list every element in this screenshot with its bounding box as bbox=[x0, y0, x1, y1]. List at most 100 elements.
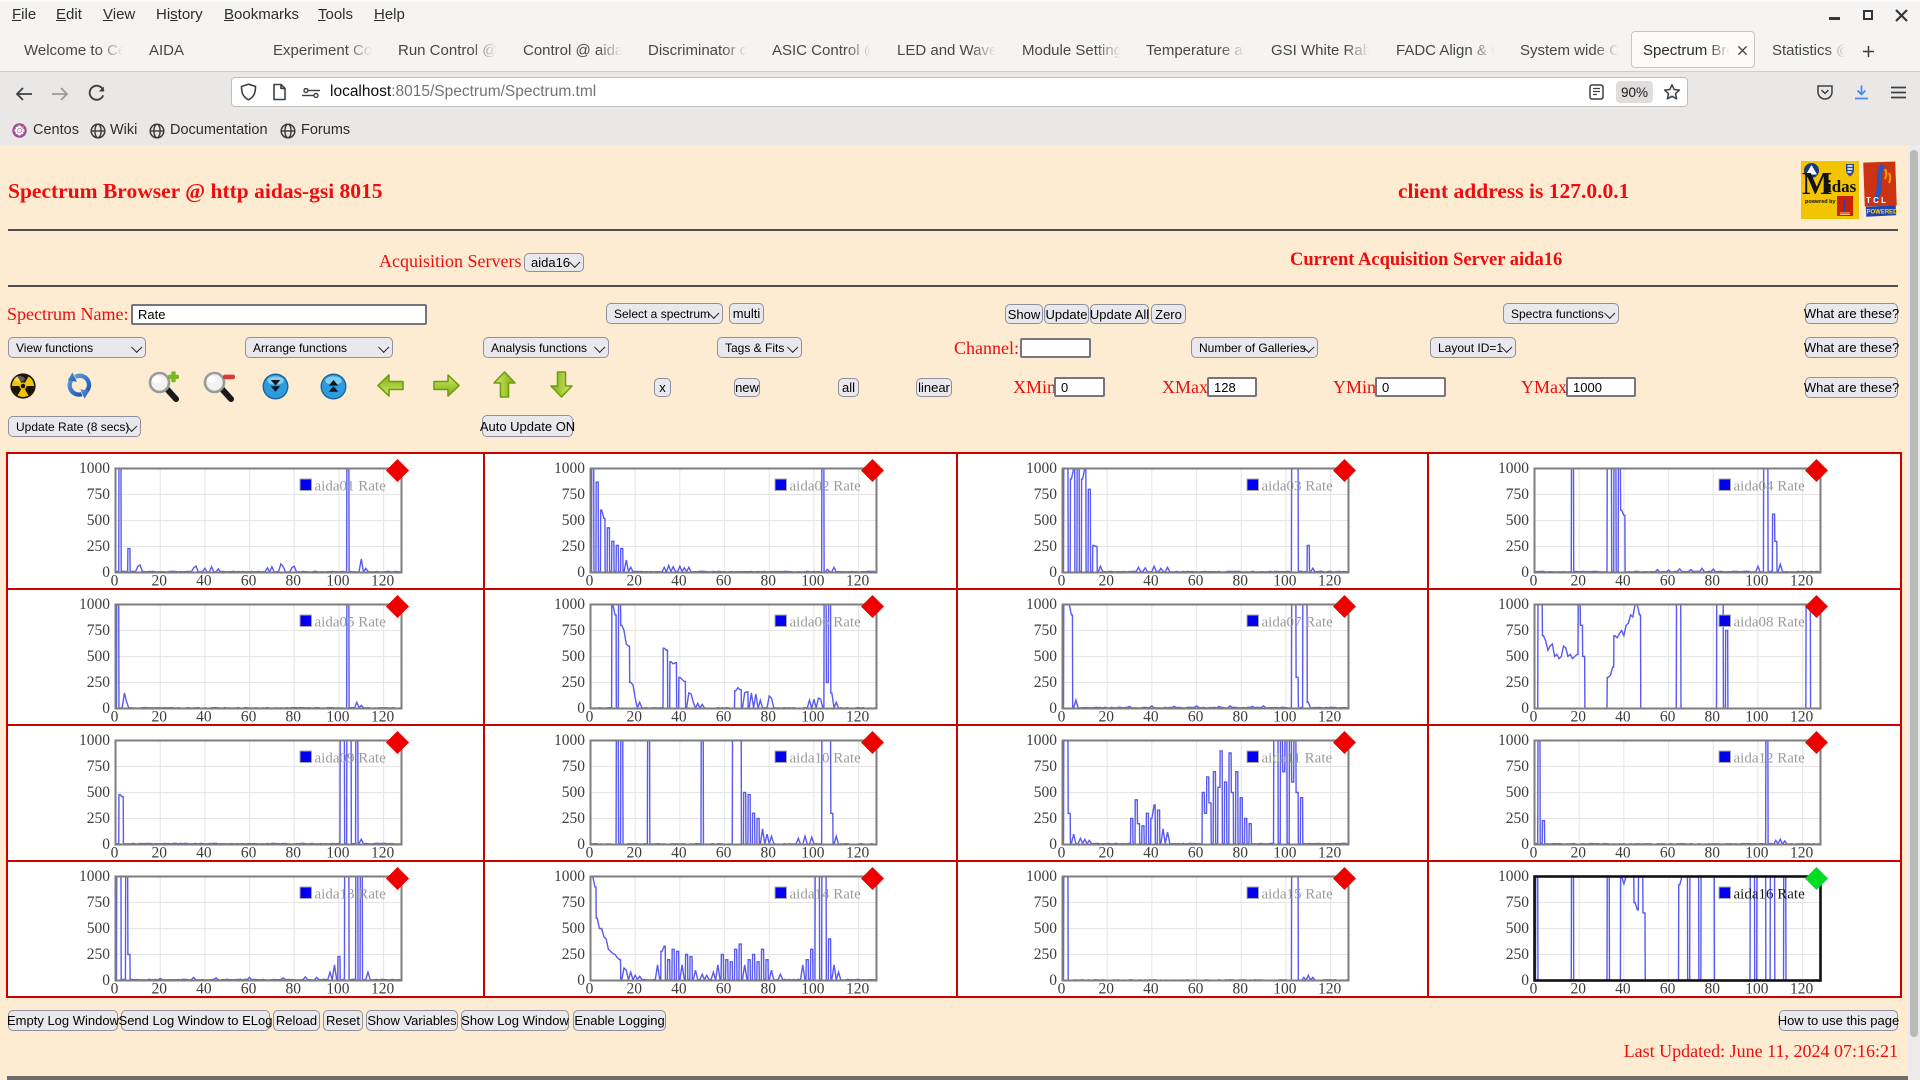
svg-text:250: 250 bbox=[1033, 674, 1057, 691]
svg-text:100: 100 bbox=[1745, 981, 1769, 997]
svg-text:0: 0 bbox=[110, 573, 118, 589]
svg-text:80: 80 bbox=[1232, 845, 1248, 861]
svg-text:0: 0 bbox=[1521, 836, 1529, 853]
svg-text:1000: 1000 bbox=[1498, 868, 1529, 885]
svg-text:250: 250 bbox=[561, 538, 585, 555]
svg-text:250: 250 bbox=[86, 810, 110, 827]
svg-text:0: 0 bbox=[1057, 981, 1065, 997]
svg-text:60: 60 bbox=[715, 845, 731, 861]
svg-text:120: 120 bbox=[370, 981, 394, 997]
svg-text:250: 250 bbox=[561, 810, 585, 827]
svg-text:120: 120 bbox=[1789, 981, 1813, 997]
svg-text:250: 250 bbox=[1505, 946, 1529, 963]
svg-text:250: 250 bbox=[86, 946, 110, 963]
svg-text:aida09 Rate: aida09 Rate bbox=[314, 751, 386, 767]
svg-text:60: 60 bbox=[240, 845, 256, 861]
svg-text:1000: 1000 bbox=[79, 460, 110, 477]
svg-text:60: 60 bbox=[715, 573, 731, 589]
svg-text:120: 120 bbox=[845, 573, 869, 589]
svg-text:aida11 Rate: aida11 Rate bbox=[1261, 751, 1332, 767]
svg-text:0: 0 bbox=[585, 981, 593, 997]
svg-text:40: 40 bbox=[196, 981, 212, 997]
svg-text:750: 750 bbox=[561, 894, 585, 911]
svg-text:80: 80 bbox=[1232, 709, 1248, 725]
svg-text:80: 80 bbox=[285, 845, 301, 861]
svg-text:1000: 1000 bbox=[554, 732, 585, 749]
svg-text:250: 250 bbox=[86, 538, 110, 555]
svg-text:20: 20 bbox=[151, 573, 167, 589]
svg-text:0: 0 bbox=[1049, 564, 1057, 581]
svg-text:40: 40 bbox=[1615, 845, 1631, 861]
svg-text:250: 250 bbox=[1505, 538, 1529, 555]
svg-text:40: 40 bbox=[671, 573, 687, 589]
svg-text:120: 120 bbox=[1317, 573, 1341, 589]
svg-text:aida06 Rate: aida06 Rate bbox=[789, 615, 861, 631]
svg-text:60: 60 bbox=[240, 573, 256, 589]
svg-text:aida04 Rate: aida04 Rate bbox=[1733, 479, 1805, 495]
svg-text:500: 500 bbox=[1505, 648, 1529, 665]
svg-text:500: 500 bbox=[1033, 920, 1057, 937]
svg-text:120: 120 bbox=[1317, 709, 1341, 725]
svg-text:aida03 Rate: aida03 Rate bbox=[1261, 479, 1333, 495]
svg-text:120: 120 bbox=[845, 845, 869, 861]
svg-text:100: 100 bbox=[801, 709, 825, 725]
svg-text:750: 750 bbox=[1033, 758, 1057, 775]
svg-text:750: 750 bbox=[1033, 622, 1057, 639]
svg-text:aida16 Rate: aida16 Rate bbox=[1733, 887, 1805, 903]
svg-text:100: 100 bbox=[326, 709, 350, 725]
svg-text:120: 120 bbox=[1317, 981, 1341, 997]
svg-text:750: 750 bbox=[86, 486, 110, 503]
svg-text:40: 40 bbox=[671, 845, 687, 861]
svg-text:100: 100 bbox=[801, 573, 825, 589]
svg-text:0: 0 bbox=[1057, 573, 1065, 589]
svg-text:POWERED: POWERED bbox=[1867, 210, 1899, 216]
svg-text:0: 0 bbox=[102, 564, 110, 581]
svg-text:1000: 1000 bbox=[1498, 596, 1529, 613]
svg-text:aida15 Rate: aida15 Rate bbox=[1261, 887, 1333, 903]
svg-text:60: 60 bbox=[1659, 981, 1675, 997]
svg-text:0: 0 bbox=[1049, 972, 1057, 989]
svg-text:20: 20 bbox=[151, 845, 167, 861]
svg-text:idas: idas bbox=[1827, 177, 1857, 196]
svg-text:60: 60 bbox=[240, 709, 256, 725]
svg-text:aida14 Rate: aida14 Rate bbox=[789, 887, 861, 903]
svg-text:250: 250 bbox=[1505, 810, 1529, 827]
svg-text:60: 60 bbox=[1187, 845, 1203, 861]
svg-text:0: 0 bbox=[1521, 564, 1529, 581]
svg-text:100: 100 bbox=[1273, 709, 1297, 725]
svg-text:40: 40 bbox=[1143, 709, 1159, 725]
svg-text:250: 250 bbox=[1033, 538, 1057, 555]
svg-text:80: 80 bbox=[285, 573, 301, 589]
svg-text:100: 100 bbox=[326, 981, 350, 997]
svg-text:40: 40 bbox=[1615, 573, 1631, 589]
svg-text:60: 60 bbox=[715, 709, 731, 725]
svg-text:0: 0 bbox=[1049, 700, 1057, 717]
svg-text:60: 60 bbox=[1659, 709, 1675, 725]
svg-text:40: 40 bbox=[1143, 981, 1159, 997]
svg-text:60: 60 bbox=[1659, 845, 1675, 861]
svg-text:0: 0 bbox=[1521, 700, 1529, 717]
svg-text:80: 80 bbox=[285, 981, 301, 997]
svg-text:20: 20 bbox=[151, 981, 167, 997]
svg-text:0: 0 bbox=[585, 845, 593, 861]
svg-text:750: 750 bbox=[86, 622, 110, 639]
svg-text:120: 120 bbox=[1317, 845, 1341, 861]
svg-text:750: 750 bbox=[1033, 486, 1057, 503]
svg-text:40: 40 bbox=[1143, 845, 1159, 861]
svg-text:750: 750 bbox=[1033, 894, 1057, 911]
svg-text:100: 100 bbox=[326, 573, 350, 589]
svg-text:0: 0 bbox=[1049, 836, 1057, 853]
svg-text:500: 500 bbox=[561, 648, 585, 665]
svg-text:120: 120 bbox=[1789, 709, 1813, 725]
svg-text:0: 0 bbox=[1529, 573, 1537, 589]
svg-text:0: 0 bbox=[102, 972, 110, 989]
svg-text:40: 40 bbox=[1143, 573, 1159, 589]
svg-text:60: 60 bbox=[715, 981, 731, 997]
svg-text:500: 500 bbox=[86, 920, 110, 937]
svg-text:750: 750 bbox=[1505, 894, 1529, 911]
svg-text:250: 250 bbox=[561, 946, 585, 963]
svg-text:100: 100 bbox=[326, 845, 350, 861]
svg-text:0: 0 bbox=[1057, 845, 1065, 861]
svg-text:1000: 1000 bbox=[554, 868, 585, 885]
svg-text:80: 80 bbox=[760, 981, 776, 997]
